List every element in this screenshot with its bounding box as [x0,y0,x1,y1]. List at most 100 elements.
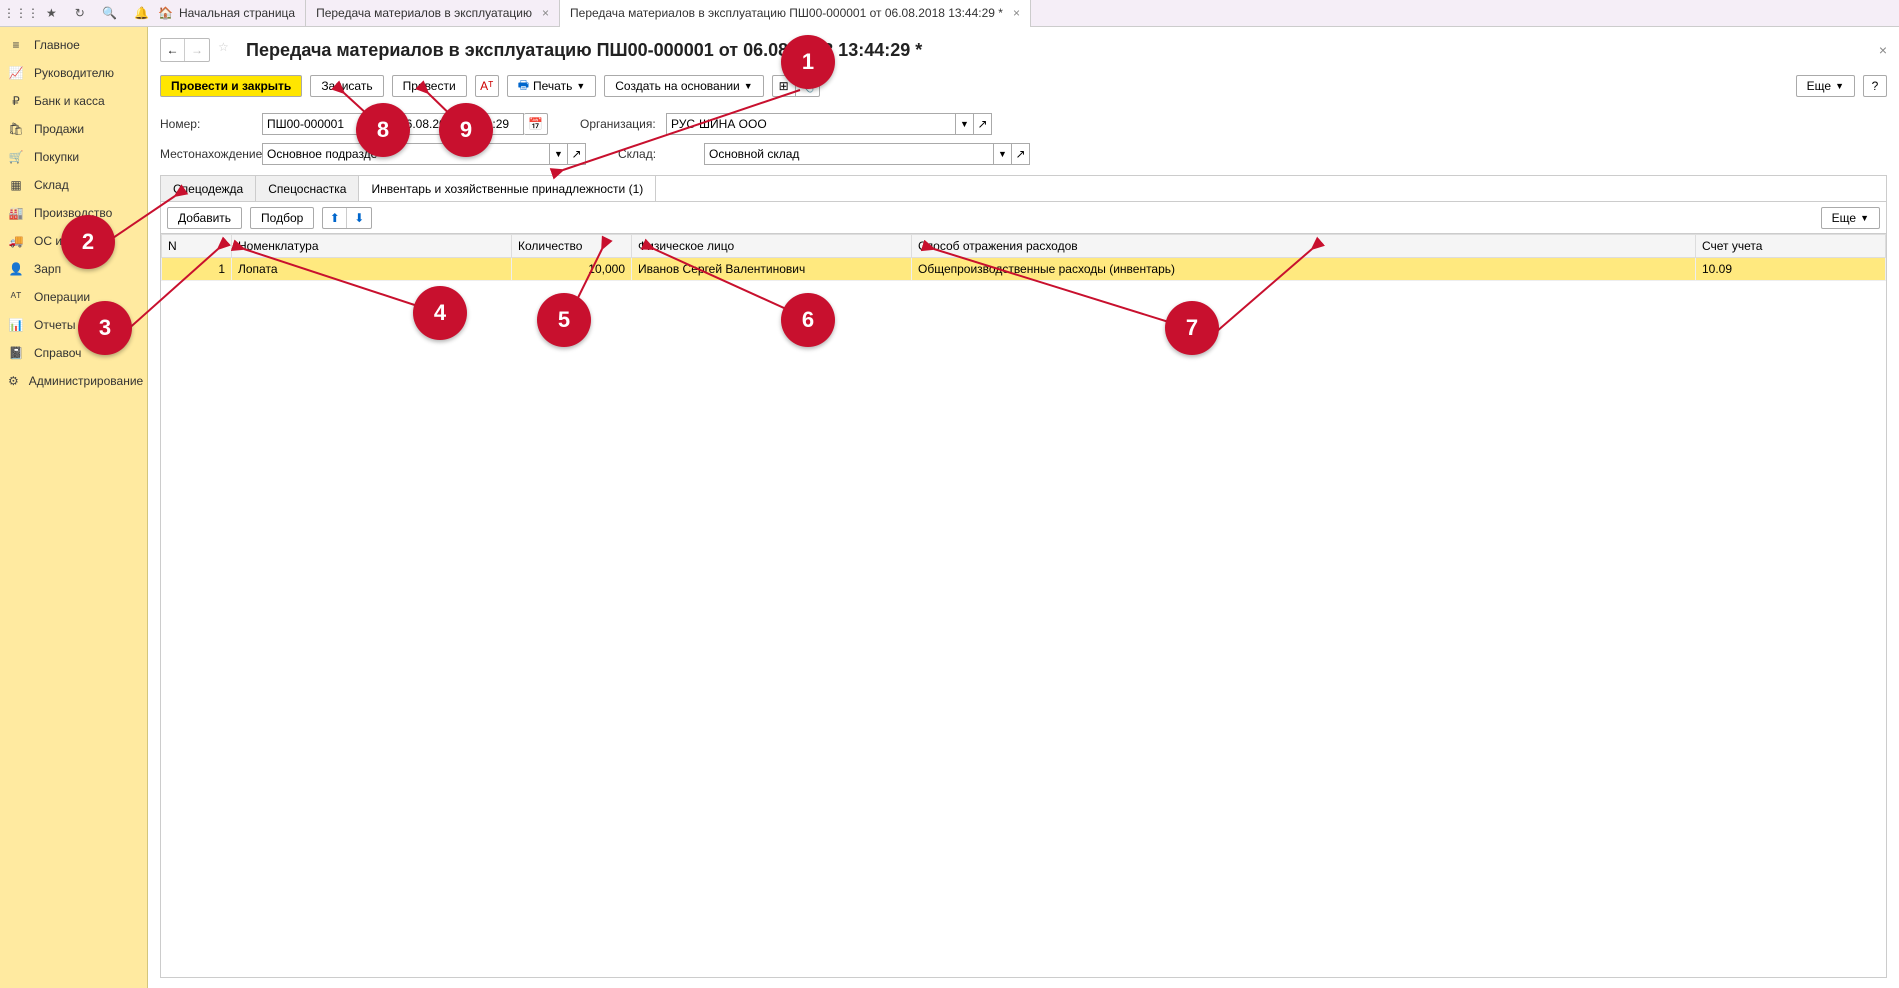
sidebar-label: Справоч [34,346,81,360]
column-header[interactable]: Способ отражения расходов [912,235,1696,258]
forward-button[interactable]: → [185,39,209,61]
sidebar-icon: 📈 [8,66,24,80]
sidebar-item[interactable]: 🛍Продажи [0,115,147,143]
close-icon[interactable]: × [1879,42,1887,58]
sidebar-label: Зарп [34,262,61,276]
tab-label: Передача материалов в эксплуатацию ПШ00-… [570,6,1003,20]
location-label: Местонахождение: [160,147,256,161]
title-row: ← → ☆ Передача материалов в эксплуатацию… [160,33,1887,67]
window-tab[interactable]: Передача материалов в эксплуатацию ПШ00-… [560,0,1031,27]
move-down-icon[interactable]: ⬇ [347,208,371,228]
org-open-icon[interactable]: ↗ [974,113,992,135]
location-open-icon[interactable]: ↗ [568,143,586,165]
sidebar-icon: 🛒 [8,150,24,164]
tab-close-icon[interactable]: × [1013,6,1020,20]
dt-kt-icon[interactable]: Аᵀ [475,75,499,97]
annotation-bubble: 5 [537,293,591,347]
annotation-bubble: 6 [781,293,835,347]
sidebar-label: Склад [34,178,69,192]
sidebar-icon: 👤 [8,262,24,276]
cell-nomen: Лопата [232,258,512,281]
search-icon[interactable]: 🔍 [103,6,117,20]
sidebar-icon: 🛍 [8,122,24,136]
column-header[interactable]: Номенклатура [232,235,512,258]
sub-tab[interactable]: Спецоснастка [256,176,359,201]
save-button[interactable]: Записать [310,75,383,97]
annotation-bubble: 9 [439,103,493,157]
warehouse-select[interactable]: Основной склад [704,143,994,165]
table-toolbar: Добавить Подбор ⬆ ⬇ Еще▼ [160,201,1887,233]
post-button[interactable]: Провести [392,75,467,97]
sidebar-label: Отчеты [34,318,75,332]
cell-acct: 10.09 [1696,258,1886,281]
add-button[interactable]: Добавить [167,207,242,229]
main-toolbar: Провести и закрыть Записать Провести Аᵀ … [160,73,1887,99]
org-dropdown[interactable]: ▼ [956,113,974,135]
topbar-icons: ⋮⋮⋮ ★ ↻ 🔍 🔔 [0,6,148,20]
column-header[interactable]: Физическое лицо [632,235,912,258]
sub-tab[interactable]: Инвентарь и хозяйственные принадлежности… [359,176,656,201]
apps-icon[interactable]: ⋮⋮⋮ [14,6,28,20]
warehouse-open-icon[interactable]: ↗ [1012,143,1030,165]
sidebar-icon: 🚚 [8,234,24,248]
sidebar-label: Администрирование [29,374,143,388]
nav-back-forward: ← → [160,38,210,62]
tab-label: Передача материалов в эксплуатацию [316,6,532,20]
table-row[interactable]: 1 Лопата 10,000 Иванов Сергей Валентинов… [162,258,1886,281]
print-button[interactable]: 🖶Печать▼ [507,75,597,97]
window-tab[interactable]: 🏠Начальная страница [148,0,306,27]
window-tabs: 🏠Начальная страницаПередача материалов в… [148,0,1031,27]
sub-tab[interactable]: Спецодежда [161,176,256,201]
column-header[interactable]: N [162,235,232,258]
column-header[interactable]: Количество [512,235,632,258]
column-header[interactable]: Счет учета [1696,235,1886,258]
content-area: ← → ☆ Передача материалов в эксплуатацию… [148,27,1899,988]
sidebar-label: Операции [34,290,90,304]
sidebar-label: Покупки [34,150,79,164]
sidebar-label: Главное [34,38,80,52]
post-and-close-button[interactable]: Провести и закрыть [160,75,302,97]
tab-label: Начальная страница [179,6,295,20]
sidebar-item[interactable]: ≡Главное [0,31,147,59]
sidebar-item[interactable]: ▦ Склад [0,171,147,199]
number-input[interactable] [262,113,362,135]
help-button[interactable]: ? [1863,75,1887,97]
back-button[interactable]: ← [161,39,185,61]
annotation-bubble: 4 [413,286,467,340]
location-dropdown[interactable]: ▼ [550,143,568,165]
sidebar-item[interactable]: ⚙ Администрирование [0,367,147,395]
warehouse-dropdown[interactable]: ▼ [994,143,1012,165]
pick-button[interactable]: Подбор [250,207,314,229]
table-more-button[interactable]: Еще▼ [1821,207,1880,229]
sidebar-icon: ▦ [8,178,24,192]
sidebar-label: Руководителю [34,66,114,80]
sub-tabs: СпецодеждаСпецоснасткаИнвентарь и хозяйс… [160,175,1887,201]
favorite-star-icon[interactable]: ☆ [218,40,238,60]
sidebar-icon: 🏭 [8,206,24,220]
org-label: Организация: [580,117,660,131]
sidebar-icon: ⚙ [8,374,19,388]
history-icon[interactable]: ↻ [75,6,85,20]
warehouse-label: Склад: [618,147,698,161]
more-button[interactable]: Еще▼ [1796,75,1855,97]
sidebar: ≡Главное 📈 Руководителю ₽Банк и касса🛍Прода… [0,27,148,988]
bell-icon[interactable]: 🔔 [135,6,149,20]
sidebar-item[interactable]: ᴬᵀОперации [0,283,147,311]
calendar-icon[interactable]: 📅 [524,113,548,135]
form-fields: Номер: от: 📅 Организация: РУС-ШИНА ООО ▼… [160,109,1887,169]
annotation-bubble: 1 [781,35,835,89]
sidebar-item[interactable]: ₽Банк и касса [0,87,147,115]
sidebar-icon: 📊 [8,318,24,332]
window-tab[interactable]: Передача материалов в эксплуатацию × [306,0,560,27]
tab-close-icon[interactable]: × [542,6,549,20]
annotation-bubble: 2 [61,215,115,269]
org-select[interactable]: РУС-ШИНА ООО [666,113,956,135]
location-select[interactable]: Основное подразде [262,143,550,165]
cell-person: Иванов Сергей Валентинович [632,258,912,281]
sidebar-item[interactable]: 🛒 Покупки [0,143,147,171]
sidebar-item[interactable]: 📈 Руководителю [0,59,147,87]
move-up-icon[interactable]: ⬆ [323,208,347,228]
star-icon[interactable]: ★ [46,6,57,20]
create-based-button[interactable]: Создать на основании▼ [604,75,763,97]
cell-n: 1 [162,258,232,281]
